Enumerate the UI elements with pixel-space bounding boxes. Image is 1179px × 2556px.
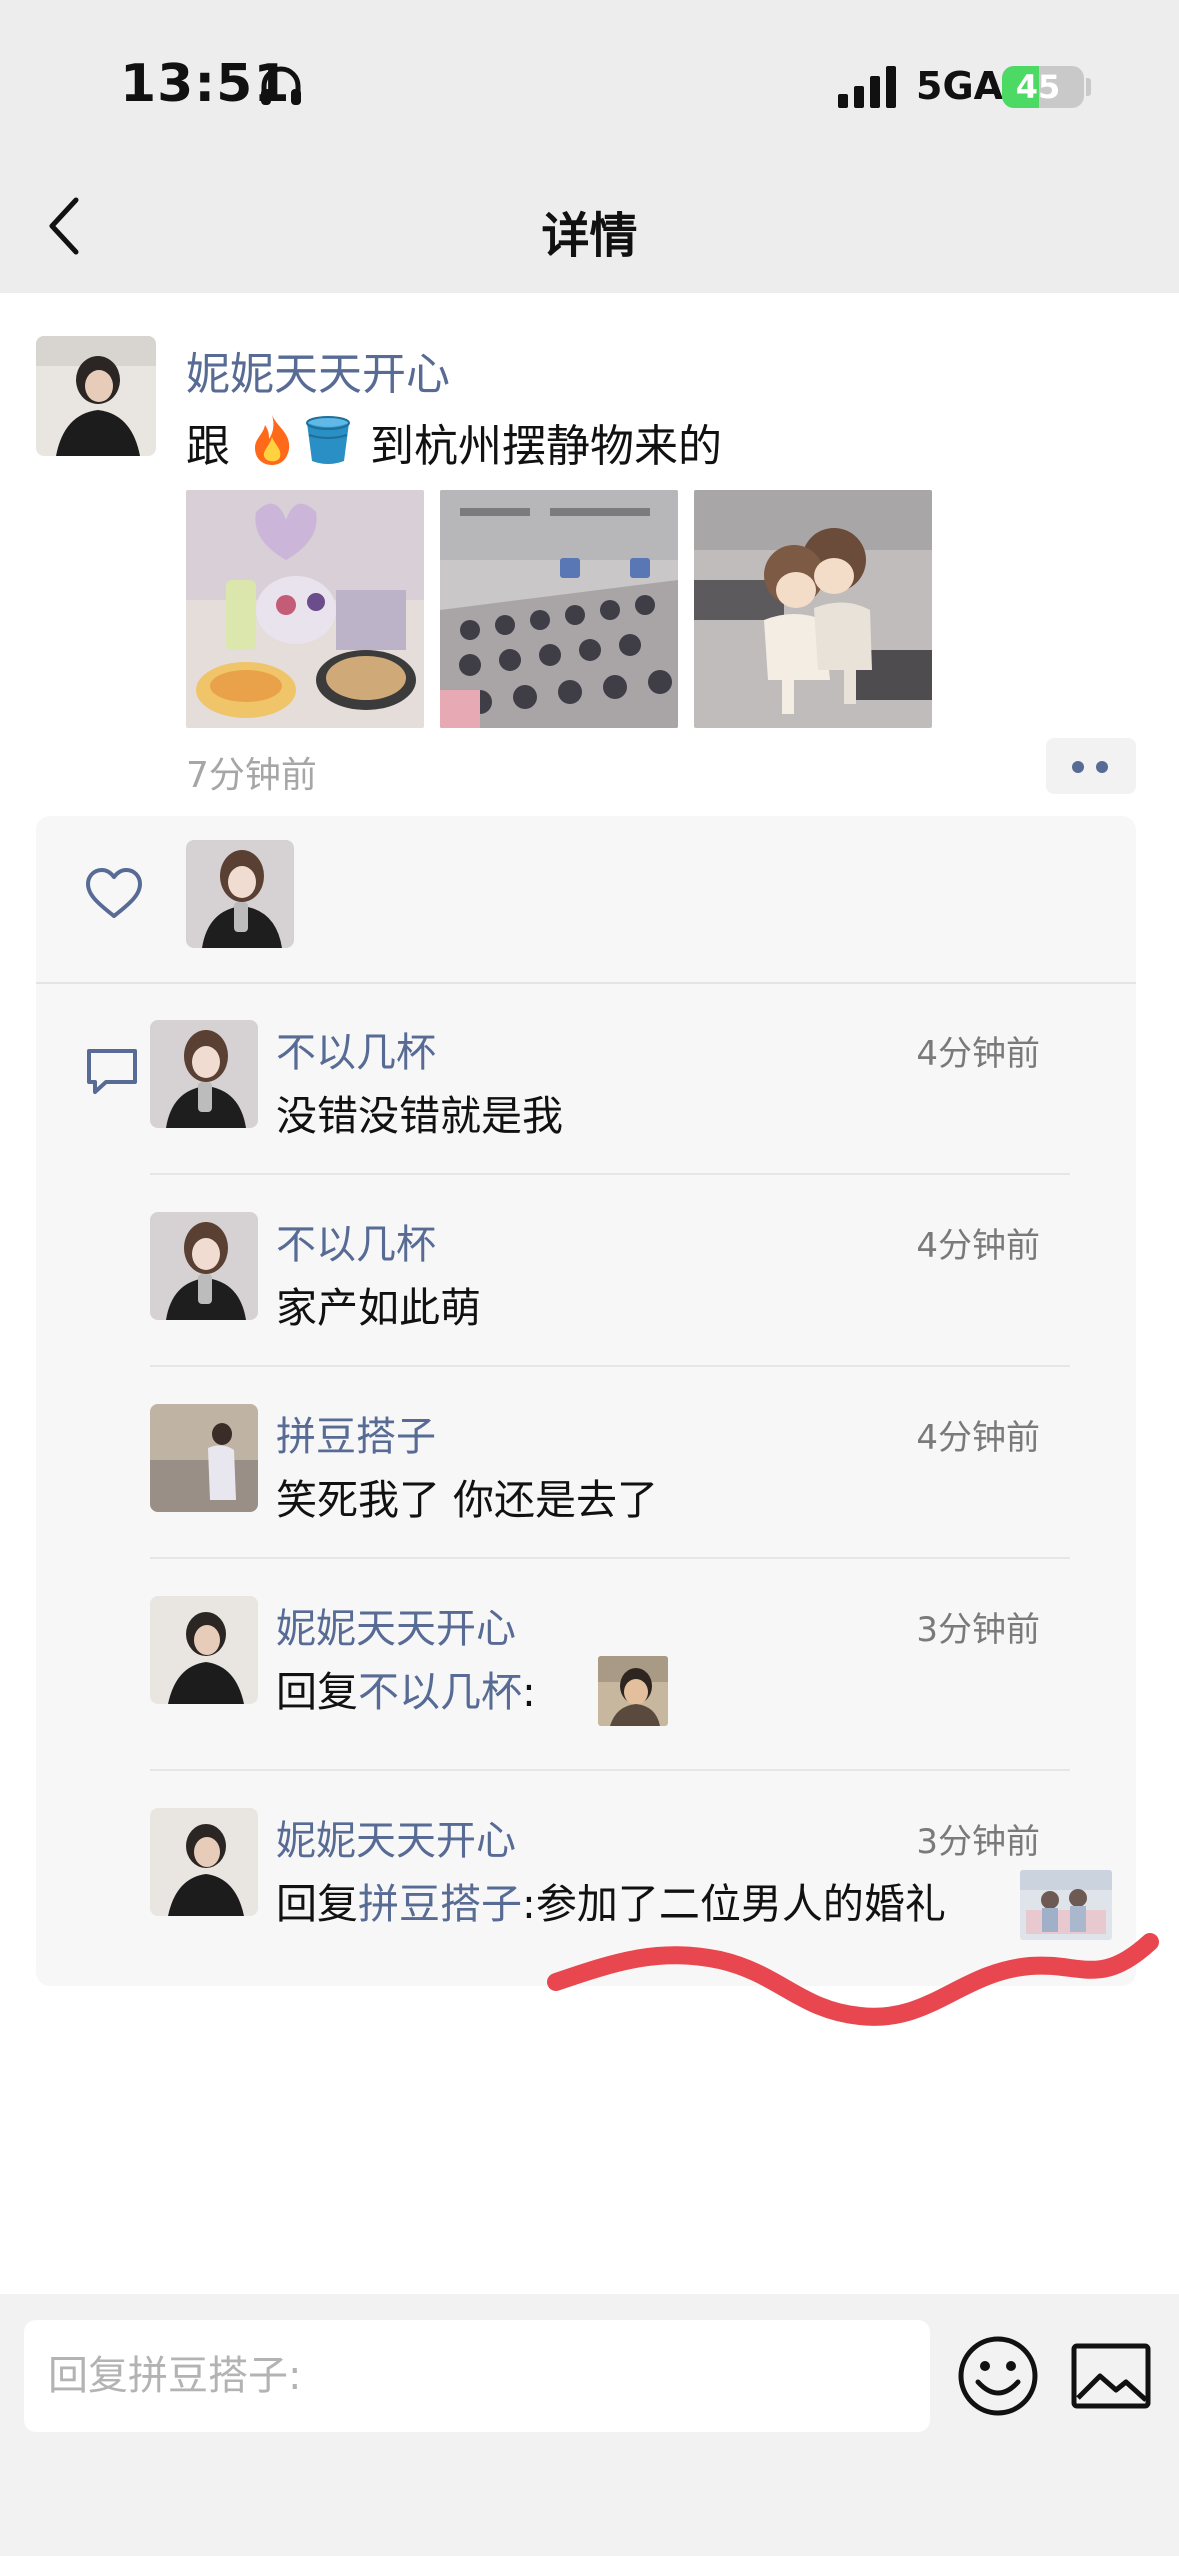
comment-avatar[interactable] [150, 1808, 258, 1916]
comment-icon [87, 1049, 137, 1094]
reply-label: 回复 [276, 1880, 358, 1928]
comment-avatar[interactable] [150, 1596, 258, 1704]
reply-target[interactable]: 拼豆搭子 [358, 1880, 522, 1928]
comment-image[interactable] [598, 1656, 668, 1726]
comment-time: 3分钟前 [916, 1822, 1040, 1862]
comment-text: 回复不以几杯: [276, 1658, 536, 1718]
comment-image[interactable] [1020, 1870, 1112, 1940]
comment-author[interactable]: 不以几杯 [276, 1212, 436, 1270]
comment-text: 没错没错就是我 [276, 1092, 563, 1140]
signal-icon [838, 66, 896, 108]
comment-avatar[interactable] [150, 1404, 258, 1512]
emoji-face-icon[interactable] [956, 2334, 1040, 2418]
reply-text: 参加了二位男人的婚礼 [535, 1880, 946, 1928]
reply-target[interactable]: 不以几杯 [358, 1668, 522, 1716]
panel-divider [36, 982, 1136, 984]
comment-author[interactable]: 拼豆搭子 [276, 1404, 436, 1462]
battery-tip [1086, 78, 1091, 96]
comment-divider [150, 1557, 1070, 1559]
image-icon[interactable] [1070, 2340, 1152, 2412]
comment-time: 3分钟前 [916, 1610, 1040, 1650]
post-photo-1[interactable] [186, 490, 424, 728]
fire-emoji-icon [255, 415, 290, 465]
poster-avatar[interactable] [36, 336, 156, 456]
reply-colon: : [522, 1880, 536, 1928]
headphones-icon [261, 66, 301, 105]
comment-item-3[interactable]: 拼豆搭子 4分钟前 笑死我了 你还是去了 [150, 1404, 1070, 1524]
reply-bar [0, 2294, 1179, 2556]
more-dots-icon[interactable] [1046, 738, 1136, 794]
post-photo-3[interactable] [694, 490, 932, 728]
comment-item-5[interactable]: 妮妮天天开心 3分钟前 回复拼豆搭子:参加了二位男人的婚礼 [150, 1808, 1112, 1958]
post-text-prefix: 跟 [186, 421, 230, 472]
comment-author[interactable]: 妮妮天天开心 [276, 1808, 516, 1866]
post-text: 跟 到杭州摆静物来的 [186, 410, 722, 474]
post-photo-2[interactable] [440, 490, 678, 728]
battery-charging-icon: 45 [1002, 66, 1084, 108]
comment-time: 4分钟前 [916, 1034, 1040, 1074]
comment-item-1[interactable]: 不以几杯 4分钟前 没错没错就是我 [150, 1020, 1070, 1140]
bucket-emoji-icon [306, 416, 350, 464]
reply-input[interactable] [24, 2320, 930, 2432]
comment-item-2[interactable]: 不以几杯 4分钟前 家产如此萌 [150, 1212, 1070, 1332]
reply-colon: : [522, 1668, 536, 1716]
reply-label: 回复 [276, 1668, 358, 1716]
top-bar: 13:51 5GA 45 详情 [0, 0, 1179, 293]
post-time: 7分钟前 [186, 755, 317, 796]
comment-text: 家产如此萌 [276, 1284, 481, 1332]
like-avatar[interactable] [186, 840, 294, 948]
page-title: 详情 [541, 208, 638, 264]
comment-avatar[interactable] [150, 1212, 258, 1320]
comment-time: 4分钟前 [916, 1226, 1040, 1266]
comment-avatar[interactable] [150, 1020, 258, 1128]
comment-item-4[interactable]: 妮妮天天开心 3分钟前 回复不以几杯: [150, 1596, 1070, 1746]
comment-divider [150, 1173, 1070, 1175]
comment-author[interactable]: 不以几杯 [276, 1020, 436, 1078]
comment-divider [150, 1769, 1070, 1771]
network-label: 5GA [916, 64, 1004, 108]
poster-name[interactable]: 妮妮天天开心 [186, 338, 450, 402]
comment-text: 回复拼豆搭子:参加了二位男人的婚礼 [276, 1870, 946, 1930]
comment-time: 4分钟前 [916, 1418, 1040, 1458]
heart-icon[interactable] [84, 866, 144, 920]
comment-divider [150, 1365, 1070, 1367]
comment-author[interactable]: 妮妮天天开心 [276, 1596, 516, 1654]
post-text-suffix: 到杭州摆静物来的 [370, 421, 722, 472]
battery-percent: 45 [1015, 68, 1061, 106]
comment-text: 笑死我了 你还是去了 [276, 1476, 659, 1524]
